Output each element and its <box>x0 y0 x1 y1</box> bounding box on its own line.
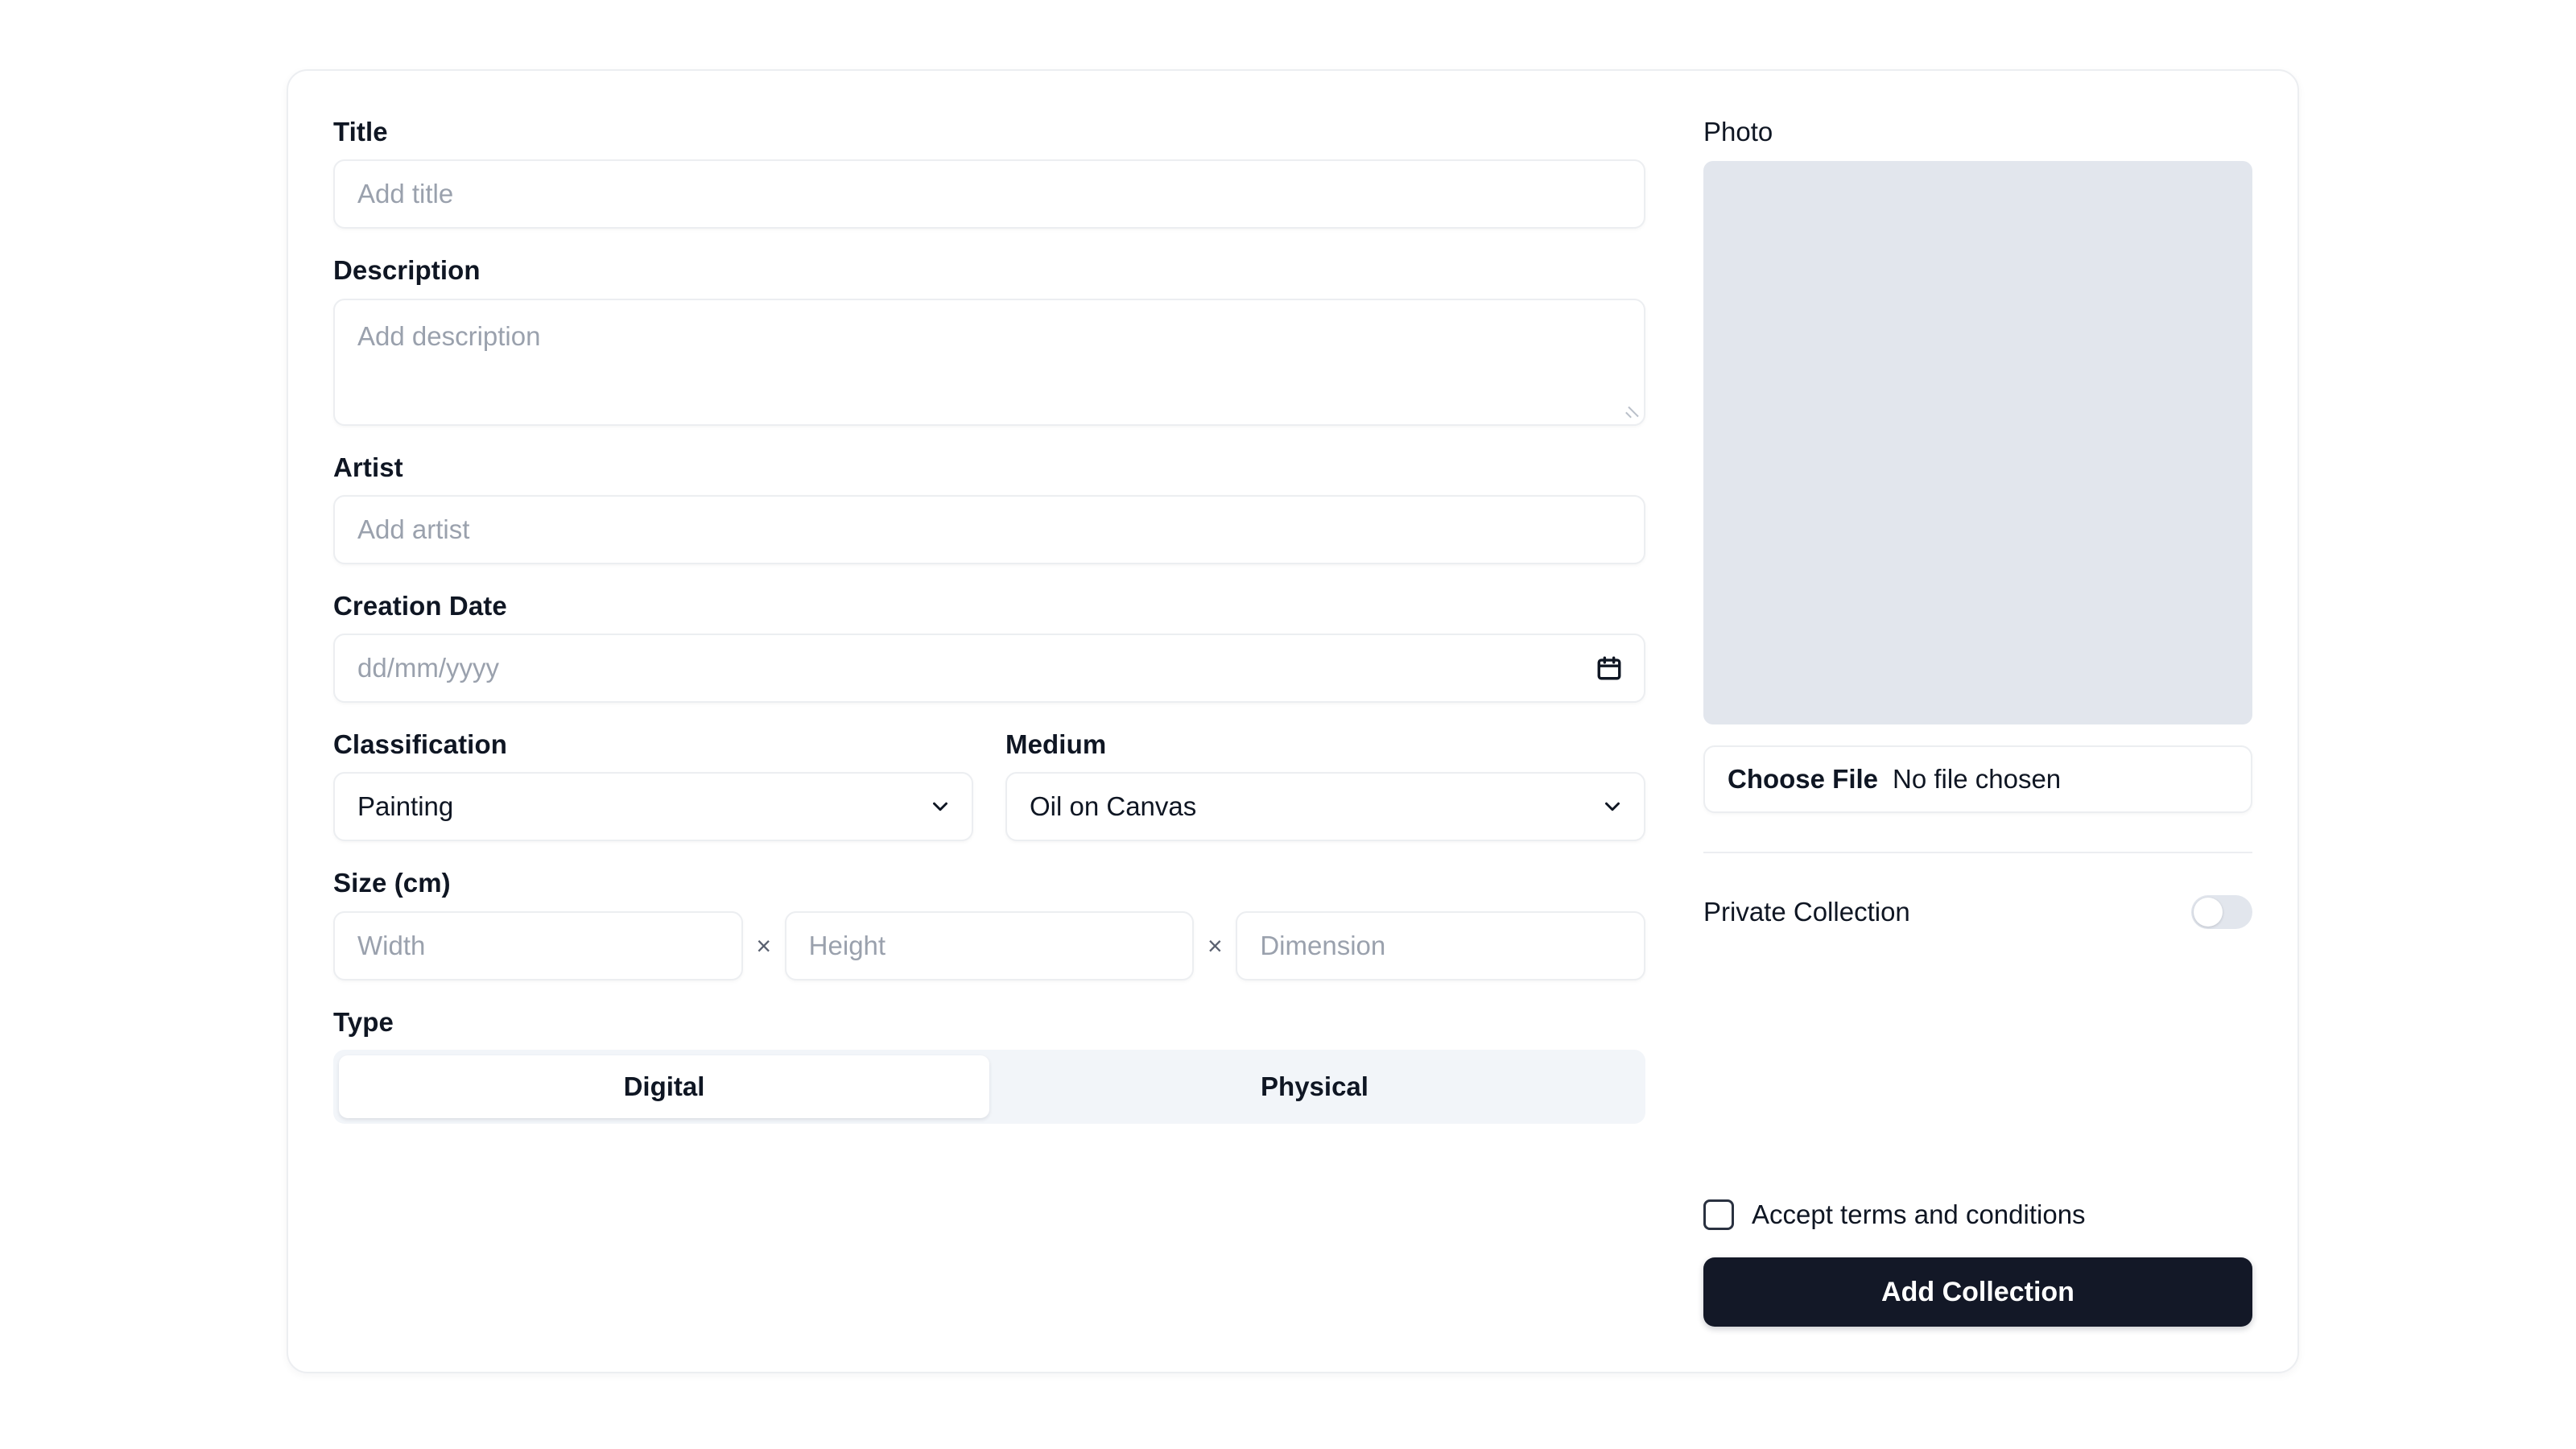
form-left-column: Title Add title Description Add descript… <box>333 117 1653 1327</box>
photo-preview[interactable] <box>1703 161 2252 725</box>
medium-label: Medium <box>1005 729 1107 760</box>
page-root: Title Add title Description Add descript… <box>0 0 2576 1449</box>
description-textarea[interactable]: Add description <box>333 298 1645 426</box>
toggle-knob <box>2194 898 2223 927</box>
type-label: Type <box>333 1006 394 1037</box>
resize-handle-icon[interactable] <box>1618 400 1639 419</box>
right-column-divider <box>1703 852 2252 854</box>
type-option-digital[interactable]: Digital <box>339 1055 989 1119</box>
size-separator-2: × <box>1208 931 1223 960</box>
private-collection-label: Private Collection <box>1703 897 1910 927</box>
choose-file-button[interactable]: Choose File <box>1728 764 1878 795</box>
field-type: Type Digital Physical <box>333 1006 1645 1125</box>
artist-input[interactable]: Add artist <box>333 494 1645 564</box>
photo-label: Photo <box>1703 117 1773 147</box>
calendar-icon[interactable] <box>1596 654 1623 682</box>
creation-date-input[interactable]: dd/mm/yyyy <box>333 634 1645 704</box>
classification-label: Classification <box>333 729 507 760</box>
field-description: Description Add description <box>333 255 1645 426</box>
accept-terms-checkbox[interactable] <box>1703 1199 1734 1230</box>
file-upload-control[interactable]: Choose File No file chosen <box>1703 745 2252 814</box>
size-label: Size (cm) <box>333 868 451 898</box>
artist-label: Artist <box>333 452 403 482</box>
field-creation-date: Creation Date dd/mm/yyyy <box>333 590 1645 704</box>
description-placeholder: Add description <box>357 320 541 351</box>
field-medium: Medium Oil on Canvas <box>1005 729 1645 842</box>
terms-row: Accept terms and conditions <box>1703 1199 2252 1230</box>
creation-date-wrapper: dd/mm/yyyy <box>333 634 1645 704</box>
file-status-text: No file chosen <box>1893 764 2062 795</box>
field-title: Title Add title <box>333 117 1645 229</box>
form-right-column: Photo Choose File No file chosen Private… <box>1653 117 2252 1327</box>
right-column-spacer <box>1703 929 2252 1199</box>
size-separator-1: × <box>756 931 772 960</box>
classification-select-wrapper: Painting <box>333 772 973 842</box>
medium-select[interactable]: Oil on Canvas <box>1005 772 1645 842</box>
size-height-input[interactable]: Height <box>784 910 1195 980</box>
field-size: Size (cm) Width × Height × Dimension <box>333 868 1646 980</box>
title-input[interactable]: Add title <box>333 159 1645 229</box>
add-collection-button[interactable]: Add Collection <box>1703 1257 2252 1327</box>
private-collection-row: Private Collection <box>1703 895 2252 930</box>
type-option-physical[interactable]: Physical <box>989 1055 1640 1118</box>
classification-select[interactable]: Painting <box>333 772 973 842</box>
title-label: Title <box>333 117 388 147</box>
classification-medium-row: Classification Painting Medium Oil on Ca… <box>333 729 1645 842</box>
type-segmented-control: Digital Physical <box>333 1050 1645 1125</box>
creation-date-label: Creation Date <box>333 590 507 621</box>
field-artist: Artist Add artist <box>333 452 1645 564</box>
field-classification: Classification Painting <box>333 729 973 842</box>
description-label: Description <box>333 255 481 286</box>
add-collection-card: Title Add title Description Add descript… <box>287 69 2299 1373</box>
size-width-input[interactable]: Width <box>333 910 743 980</box>
private-collection-toggle[interactable] <box>2191 895 2252 930</box>
size-dimension-input[interactable]: Dimension <box>1236 910 1646 980</box>
medium-select-wrapper: Oil on Canvas <box>1005 772 1645 842</box>
accept-terms-label: Accept terms and conditions <box>1752 1199 2086 1229</box>
size-row: Width × Height × Dimension <box>333 910 1646 980</box>
